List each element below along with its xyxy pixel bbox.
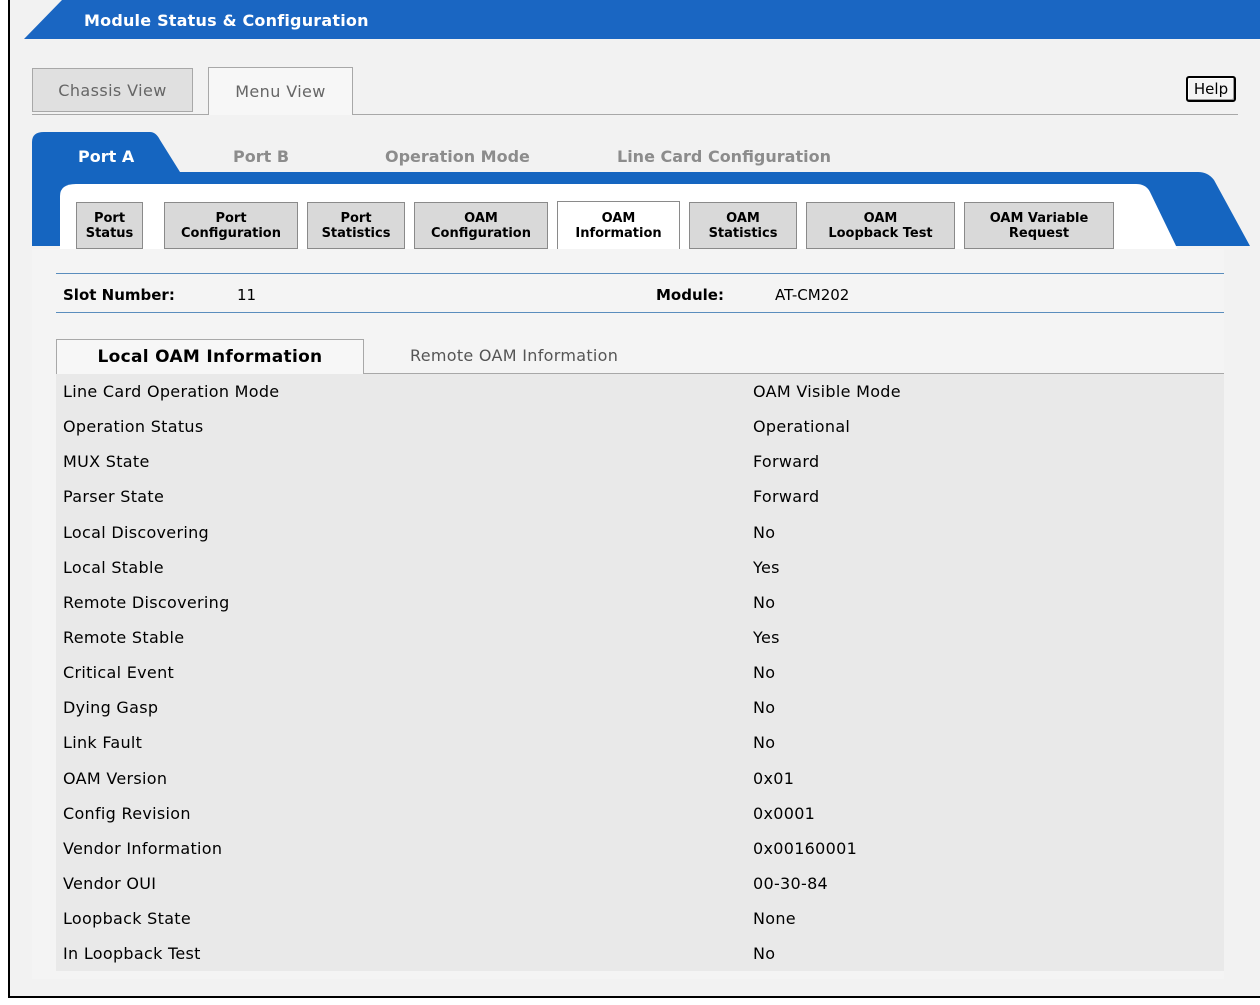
table-row: Critical Event No xyxy=(56,655,1224,691)
row-value: Yes xyxy=(753,627,780,647)
subtab-line: OAM xyxy=(464,210,498,226)
oam-information-table: Line Card Operation Mode OAM Visible Mode… xyxy=(56,374,1224,972)
subtab-line: OAM xyxy=(726,210,760,226)
row-value: 0x0001 xyxy=(753,803,816,823)
row-value: No xyxy=(753,663,776,683)
subtab-line: Loopback Test xyxy=(828,225,933,241)
row-value: No xyxy=(753,944,776,964)
subtab-oam-loopback-test[interactable]: OAM Loopback Test xyxy=(806,202,955,249)
table-row: Remote Discovering No xyxy=(56,584,1224,620)
module-value: AT-CM202 xyxy=(775,286,850,304)
module-status-window: Module Status & Configuration Chassis Vi… xyxy=(8,0,1260,998)
table-row: Remote Stable Yes xyxy=(56,619,1224,656)
subtab-line: Statistics xyxy=(708,225,778,241)
tab-line-card-configuration[interactable]: Line Card Configuration xyxy=(617,147,831,166)
table-row: OAM Version 0x01 xyxy=(56,760,1224,796)
title-bar: Module Status & Configuration xyxy=(10,0,1260,39)
row-label: Vendor OUI xyxy=(63,873,157,893)
view-tabs-divider xyxy=(32,114,208,115)
subtab-line: OAM Variable xyxy=(989,210,1089,226)
row-label: MUX State xyxy=(63,452,150,472)
row-label: In Loopback Test xyxy=(63,944,201,964)
row-value: No xyxy=(753,733,776,753)
row-label: Local Stable xyxy=(63,557,164,577)
subtab-line: Statistics xyxy=(321,225,391,241)
row-value: 00-30-84 xyxy=(753,873,829,893)
row-value: 0x00160001 xyxy=(753,838,858,858)
row-value: Forward xyxy=(753,452,820,472)
row-value: None xyxy=(753,909,796,929)
subtab-oam-configuration[interactable]: OAM Configuration xyxy=(414,202,548,249)
subtab-line: Port xyxy=(215,210,247,226)
row-value: No xyxy=(753,522,776,542)
row-value: OAM Visible Mode xyxy=(753,382,901,401)
help-button[interactable]: Help xyxy=(1186,76,1236,102)
row-value: 0x01 xyxy=(753,768,795,788)
table-row: Vendor OUI 00-30-84 xyxy=(56,865,1224,902)
tab-menu-view[interactable]: Menu View xyxy=(208,67,353,115)
row-label: Remote Stable xyxy=(63,627,185,647)
row-value: Operational xyxy=(753,417,851,437)
tab-local-oam-information[interactable]: Local OAM Information xyxy=(56,339,364,374)
subtab-oam-variable-request[interactable]: OAM Variable Request xyxy=(964,202,1114,249)
subtab-oam-information[interactable]: OAM Information xyxy=(557,201,680,249)
table-row: Parser State Forward xyxy=(56,479,1224,515)
subtab-line: Port xyxy=(93,210,126,226)
row-label: Loopback State xyxy=(63,909,192,929)
subtab-port-statistics[interactable]: Port Statistics xyxy=(307,202,405,249)
table-row: Local Discovering No xyxy=(56,514,1224,550)
row-label: Local Discovering xyxy=(63,522,209,542)
table-row: Vendor Information 0x00160001 xyxy=(56,830,1224,866)
divider xyxy=(56,273,1224,274)
row-value: No xyxy=(753,698,776,718)
table-row: Loopback State None xyxy=(56,901,1224,937)
tab-operation-mode[interactable]: Operation Mode xyxy=(385,147,530,166)
subtab-line: Configuration xyxy=(181,225,281,241)
row-label: Dying Gasp xyxy=(63,698,159,718)
row-label: Remote Discovering xyxy=(63,592,230,612)
table-row: Dying Gasp No xyxy=(56,690,1224,726)
row-label: Operation Status xyxy=(63,417,204,437)
divider xyxy=(56,312,1224,313)
row-label: Parser State xyxy=(63,487,165,507)
subtab-line: Configuration xyxy=(431,225,531,241)
tab-chassis-view[interactable]: Chassis View xyxy=(32,68,193,112)
table-row: Line Card Operation Mode OAM Visible Mode xyxy=(56,374,1224,410)
subtab-port-configuration[interactable]: Port Configuration xyxy=(164,202,298,249)
row-label: Line Card Operation Mode xyxy=(63,382,280,401)
subtab-line: Port xyxy=(340,210,372,226)
module-label: Module: xyxy=(656,286,724,304)
table-row: MUX State Forward xyxy=(56,444,1224,480)
subtab-line: OAM xyxy=(601,210,636,226)
table-row: Local Stable Yes xyxy=(56,549,1224,585)
subtab-line: Status xyxy=(85,225,134,241)
row-label: OAM Version xyxy=(63,768,168,788)
subtab-line: OAM xyxy=(863,210,898,226)
subtab-oam-statistics[interactable]: OAM Statistics xyxy=(689,202,797,249)
window-title: Module Status & Configuration xyxy=(84,11,369,30)
table-row: Operation Status Operational xyxy=(56,409,1224,445)
table-row: Link Fault No xyxy=(56,725,1224,761)
tab-remote-oam-information[interactable]: Remote OAM Information xyxy=(410,346,618,365)
subtab-line: Information xyxy=(575,225,662,241)
row-value: Yes xyxy=(753,557,780,577)
slot-number-label: Slot Number: xyxy=(63,286,175,304)
table-row: Config Revision 0x0001 xyxy=(56,795,1224,831)
row-label: Vendor Information xyxy=(63,838,223,858)
subtab-port-status[interactable]: Port Status xyxy=(76,202,143,249)
tab-port-b[interactable]: Port B xyxy=(233,147,289,166)
subtab-line: Request xyxy=(1008,225,1070,241)
tab-port-a[interactable]: Port A xyxy=(78,147,134,166)
table-row: In Loopback Test No xyxy=(56,936,1224,972)
row-label: Config Revision xyxy=(63,803,191,823)
view-tabs-divider xyxy=(353,114,1238,115)
slot-number-value: 11 xyxy=(237,286,257,304)
row-value: Forward xyxy=(753,487,820,507)
row-label: Link Fault xyxy=(63,733,143,753)
row-label: Critical Event xyxy=(63,663,175,683)
row-value: No xyxy=(753,592,776,612)
